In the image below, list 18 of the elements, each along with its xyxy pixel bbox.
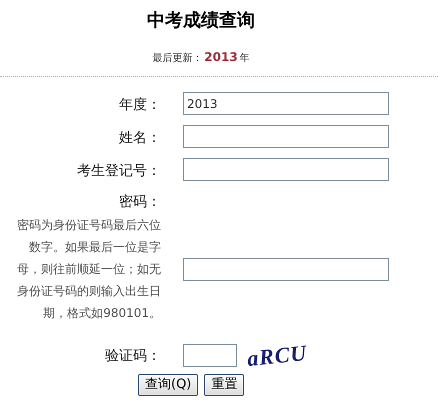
year-unit: 年	[240, 52, 250, 66]
updated-year: 2013	[204, 49, 238, 66]
input-field[interactable]: 2013	[183, 92, 389, 115]
captcha-image: aRCU	[245, 338, 309, 373]
field-label: 考生登记号：	[77, 162, 161, 178]
reset-button[interactable]: 重置	[204, 374, 244, 396]
input-field[interactable]	[183, 158, 389, 181]
password-field[interactable]	[183, 258, 389, 280]
field-label: 年度：	[119, 96, 161, 112]
field-label: 密码：	[119, 193, 161, 212]
page-title: 中考成绩查询	[147, 9, 255, 33]
input-field[interactable]	[183, 125, 389, 148]
captcha-field[interactable]	[183, 344, 237, 366]
field-label: 姓名：	[119, 130, 161, 146]
updated-label: 最后更新：	[152, 52, 202, 66]
query-button[interactable]: 查询(Q)	[138, 374, 198, 396]
field-label: 验证码：	[105, 348, 161, 364]
password-hint: 密码为身份证号码最后六位数字。如果最后一位是字母，则往前顺延一位；如无身份证号码的则输入出生日期，格式如980101。	[16, 217, 161, 322]
